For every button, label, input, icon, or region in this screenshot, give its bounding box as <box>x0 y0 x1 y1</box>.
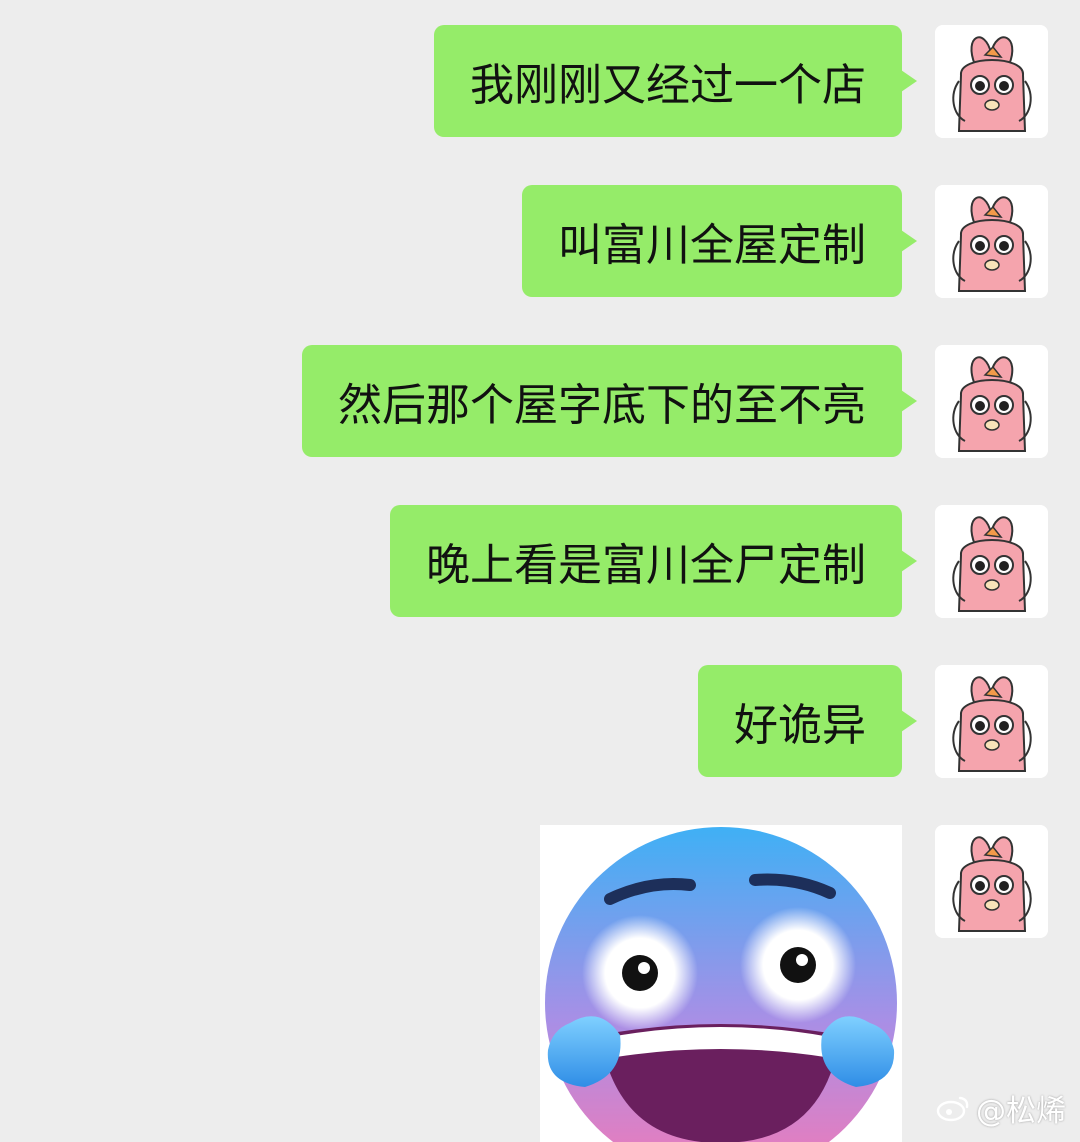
avatar-pink-cartoon-character-icon[interactable] <box>935 665 1048 778</box>
watermark-handle: @松烯 <box>976 1094 1066 1129</box>
chat-area: 我刚刚又经过一个店 叫富川全屋定制 然后那个屋字底下的至不亮 晚上看是富川全尸定… <box>0 0 1080 1142</box>
message-text: 我刚刚又经过一个店 <box>470 60 866 111</box>
message-bubble[interactable]: 叫富川全屋定制 <box>522 185 917 297</box>
crying-laughing-face-sticker-icon[interactable] <box>540 825 902 1142</box>
message-row: 然后那个屋字底下的至不亮 <box>302 345 1048 458</box>
message-row: 我刚刚又经过一个店 <box>434 25 1048 138</box>
avatar-pink-cartoon-character-icon[interactable] <box>935 505 1048 618</box>
message-text: 好诡异 <box>734 700 866 751</box>
watermark: @松烯 <box>936 1086 1066 1130</box>
avatar-pink-cartoon-character-icon[interactable] <box>935 345 1048 458</box>
message-text: 然后那个屋字底下的至不亮 <box>338 380 866 431</box>
message-bubble[interactable]: 我刚刚又经过一个店 <box>434 25 917 137</box>
avatar-pink-cartoon-character-icon[interactable] <box>935 825 1048 938</box>
message-text: 叫富川全屋定制 <box>558 220 866 271</box>
weibo-logo-icon <box>936 1094 970 1122</box>
message-row: 好诡异 <box>698 665 1048 778</box>
avatar-pink-cartoon-character-icon[interactable] <box>935 185 1048 298</box>
message-bubble[interactable]: 晚上看是富川全尸定制 <box>390 505 917 617</box>
message-text: 晚上看是富川全尸定制 <box>426 540 866 591</box>
avatar-pink-cartoon-character-icon[interactable] <box>935 25 1048 138</box>
message-bubble[interactable]: 好诡异 <box>698 665 917 777</box>
message-row: 叫富川全屋定制 <box>522 185 1048 298</box>
message-bubble[interactable]: 然后那个屋字底下的至不亮 <box>302 345 917 457</box>
message-row: 晚上看是富川全尸定制 <box>390 505 1048 618</box>
